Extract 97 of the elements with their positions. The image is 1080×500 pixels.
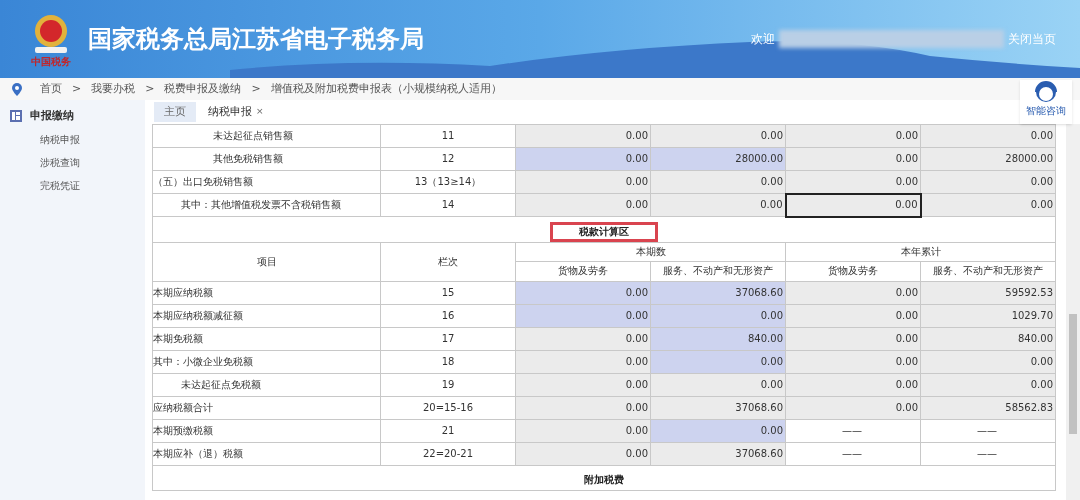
breadcrumb-separator: > xyxy=(145,80,155,97)
amount-cell: 1029.70 xyxy=(920,304,1056,327)
line-number: 16 xyxy=(380,304,516,327)
amount-input-cell[interactable]: 840.00 xyxy=(650,327,786,350)
sidebar-item[interactable]: 纳税申报 xyxy=(0,131,145,149)
amount-input-cell[interactable]: 0.00 xyxy=(515,304,651,327)
amount-input-cell[interactable]: 37068.60 xyxy=(650,281,786,304)
breadcrumb-link[interactable]: 税费申报及缴纳 xyxy=(164,80,242,98)
line-number: 22=20-21 xyxy=(380,442,516,465)
line-number: 13（13≥14） xyxy=(380,170,516,194)
amount-cell: 0.00 xyxy=(785,281,921,304)
welcome-text: 欢迎 xyxy=(751,31,775,48)
item-label: 其中：其他增值税发票不含税销售额 xyxy=(152,193,381,217)
sidebar-item[interactable]: 完税凭证 xyxy=(0,177,145,195)
line-number: 15 xyxy=(380,281,516,304)
amount-cell: 0.00 xyxy=(785,327,921,350)
amount-input-cell[interactable]: 0.00 xyxy=(515,147,651,171)
amount-cell: —— xyxy=(920,419,1056,442)
amount-cell: —— xyxy=(920,442,1056,465)
item-label: 本期应纳税额 xyxy=(152,281,381,304)
section-title: 税款计算区 xyxy=(550,221,658,242)
item-label: （五）出口免税销售额 xyxy=(152,170,381,194)
sidebar-title: 申报缴纳 xyxy=(30,107,74,124)
amount-cell: 0.00 xyxy=(515,419,651,442)
menu-grid-icon xyxy=(10,110,22,122)
item-label: 未达起征点销售额 xyxy=(152,124,381,148)
amount-cell: 0.00 xyxy=(785,147,921,171)
amount-cell: 0.00 xyxy=(785,193,921,217)
line-number: 17 xyxy=(380,327,516,350)
emblem-caption: 中国税务 xyxy=(31,57,71,67)
breadcrumb-link[interactable]: 增值税及附加税费申报表（小规模纳税人适用） xyxy=(270,80,502,98)
line-number: 14 xyxy=(380,193,516,217)
column-header: 项目 xyxy=(152,242,381,281)
item-label: 其中：小微企业免税额 xyxy=(152,350,381,373)
amount-cell: 0.00 xyxy=(515,193,651,217)
tab[interactable]: 主页 xyxy=(154,102,196,122)
item-label: 本期应补（退）税额 xyxy=(152,442,381,465)
amount-cell: 0.00 xyxy=(920,350,1056,373)
amount-cell: 0.00 xyxy=(515,442,651,465)
line-number: 20=15-16 xyxy=(380,396,516,419)
item-label: 本期免税额 xyxy=(152,327,381,350)
amount-cell: 0.00 xyxy=(920,373,1056,396)
amount-cell: 37068.60 xyxy=(650,396,786,419)
amount-cell: 58562.83 xyxy=(920,396,1056,419)
amount-cell: 0.00 xyxy=(785,304,921,327)
amount-cell: 0.00 xyxy=(515,124,651,148)
amount-cell: 0.00 xyxy=(920,193,1056,217)
amount-cell: 840.00 xyxy=(920,327,1056,350)
assistant-button[interactable]: 智能咨询 xyxy=(1020,80,1072,124)
line-number: 19 xyxy=(380,373,516,396)
amount-cell: 0.00 xyxy=(920,124,1056,148)
line-number: 11 xyxy=(380,124,516,148)
item-label: 本期应纳税额减征额 xyxy=(152,304,381,327)
amount-cell: 0.00 xyxy=(785,124,921,148)
amount-cell: 0.00 xyxy=(650,170,786,194)
item-label: 应纳税额合计 xyxy=(152,396,381,419)
amount-input-cell[interactable]: 0.00 xyxy=(650,304,786,327)
line-number: 18 xyxy=(380,350,516,373)
amount-cell: 0.00 xyxy=(920,170,1056,194)
amount-cell: 0.00 xyxy=(515,373,651,396)
amount-input-cell[interactable]: 28000.00 xyxy=(650,147,786,171)
amount-cell: 0.00 xyxy=(785,350,921,373)
column-header: 栏次 xyxy=(380,242,516,281)
amount-cell: 0.00 xyxy=(650,193,786,217)
amount-cell: 28000.00 xyxy=(920,147,1056,171)
breadcrumb-link[interactable]: 首页 xyxy=(40,80,62,98)
item-label: 本期预缴税额 xyxy=(152,419,381,442)
tab-close-button[interactable]: × xyxy=(256,105,264,119)
breadcrumb-separator: > xyxy=(72,80,82,97)
amount-cell: 0.00 xyxy=(515,327,651,350)
item-label: 其他免税销售额 xyxy=(152,147,381,171)
site-title: 国家税务总局江苏省电子税务局 xyxy=(88,24,424,55)
item-label: 未达起征点免税额 xyxy=(152,373,381,396)
amount-cell: 0.00 xyxy=(650,124,786,148)
sidebar-item[interactable]: 涉税查询 xyxy=(0,154,145,172)
location-pin-icon xyxy=(12,82,22,96)
amount-input-cell[interactable]: 0.00 xyxy=(650,350,786,373)
line-number: 12 xyxy=(380,147,516,171)
breadcrumb-link[interactable]: 我要办税 xyxy=(91,80,136,98)
amount-input-cell[interactable]: 0.00 xyxy=(650,419,786,442)
amount-cell: —— xyxy=(785,442,921,465)
breadcrumb-separator: > xyxy=(251,80,261,97)
amount-cell: 0.00 xyxy=(785,396,921,419)
assistant-label: 智能咨询 xyxy=(1026,106,1066,116)
section-title: 附加税费 xyxy=(584,473,624,485)
amount-cell: 0.00 xyxy=(650,373,786,396)
amount-cell: 59592.53 xyxy=(920,281,1056,304)
amount-cell: —— xyxy=(785,419,921,442)
scrollbar[interactable] xyxy=(1066,124,1080,500)
line-number: 21 xyxy=(380,419,516,442)
amount-cell: 0.00 xyxy=(515,170,651,194)
amount-cell: 0.00 xyxy=(515,396,651,419)
amount-cell: 0.00 xyxy=(785,373,921,396)
amount-cell: 0.00 xyxy=(785,170,921,194)
amount-input-cell[interactable]: 0.00 xyxy=(515,281,651,304)
amount-cell: 37068.60 xyxy=(650,442,786,465)
amount-cell: 0.00 xyxy=(515,350,651,373)
